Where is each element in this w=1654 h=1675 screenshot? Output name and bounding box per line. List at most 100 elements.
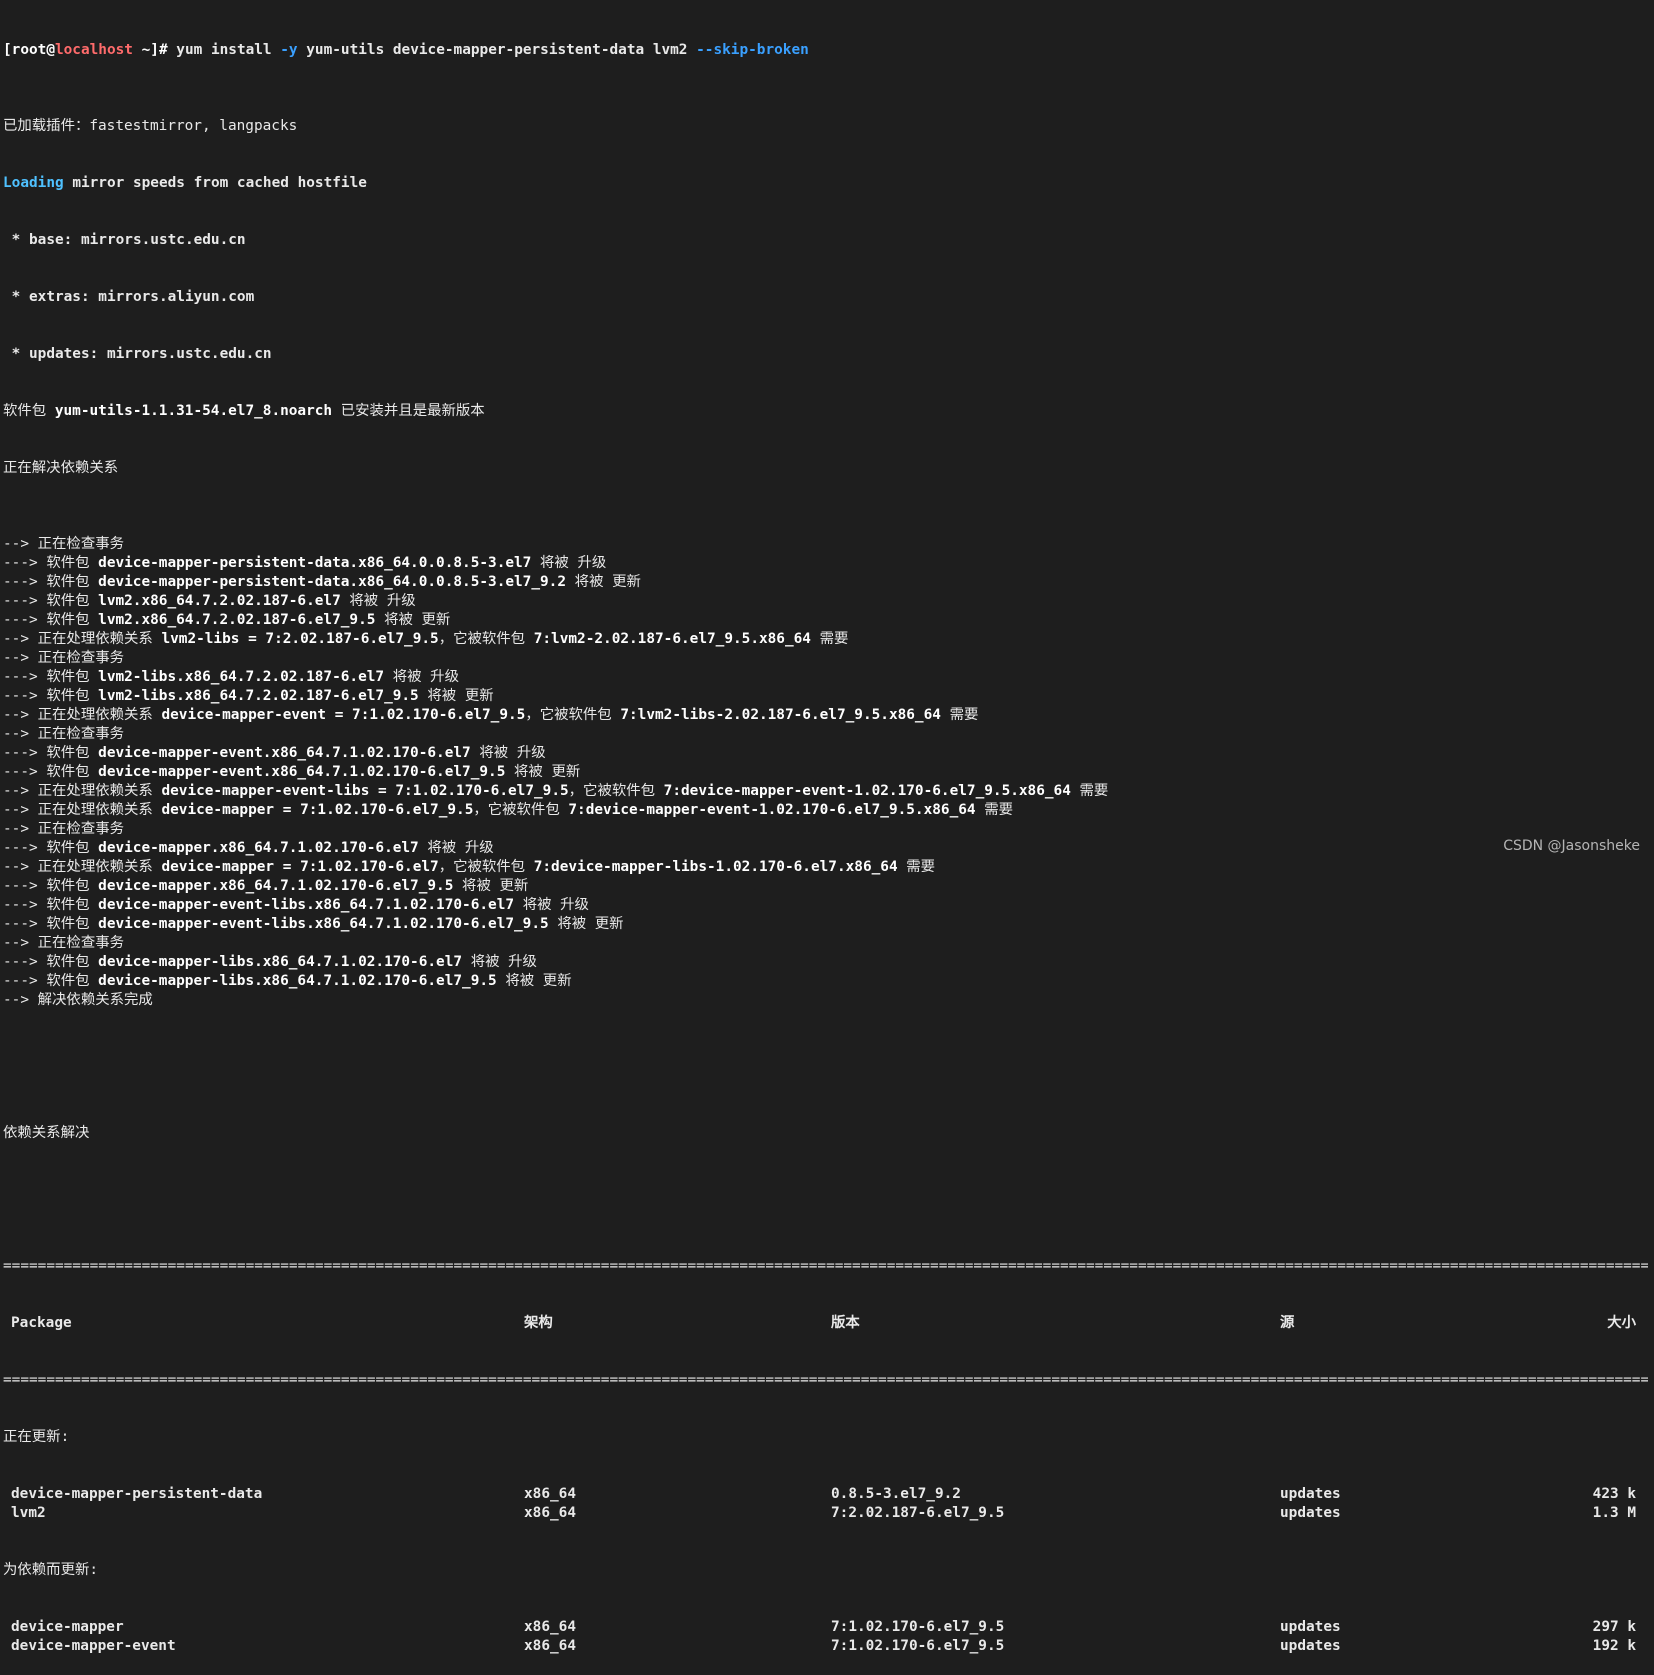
log-segment-d: 7:lvm2-2.02.187-6.el7_9.5.x86_64 xyxy=(533,631,811,647)
log-segment-e: 需要 xyxy=(975,802,1014,818)
log-segment-c: ，它被软件包 xyxy=(438,631,534,647)
cell-arch: x86_64 xyxy=(524,1619,576,1635)
installed-suffix: 已安装并且是最新版本 xyxy=(332,403,485,419)
header-version: 版本 xyxy=(831,1315,860,1331)
log-segment-a: --> 正在处理依赖关系 xyxy=(3,802,162,818)
cell-version: 7:1.02.170-6.el7_9.5 xyxy=(831,1638,1005,1654)
cell-arch: x86_64 xyxy=(524,1505,576,1521)
log-segment-c: ，它被软件包 xyxy=(568,783,664,799)
header-repo: 源 xyxy=(1280,1315,1295,1331)
log-segment-b: device-mapper-persistent-data.x86_64.0.0… xyxy=(98,555,532,571)
mirror-updates-line: * updates: mirrors.ustc.edu.cn xyxy=(3,346,272,362)
log-segment-c: 将被 更新 xyxy=(566,574,641,590)
log-segment-c: 将被 更新 xyxy=(505,764,581,780)
log-segment-d: 7:device-mapper-event-1.02.170-6.el7_9.5… xyxy=(568,802,976,818)
log-segment-e: 需要 xyxy=(897,859,936,875)
table-separator-mid: ========================================… xyxy=(3,1372,1648,1388)
log-line: --> 解决依赖关系完成 xyxy=(3,991,1648,1010)
resolving-line: 正在解决依赖关系 xyxy=(3,460,119,476)
log-line: --> 正在处理依赖关系 device-mapper = 7:1.02.170-… xyxy=(3,801,1648,820)
log-segment-c: 将被 升级 xyxy=(418,840,494,856)
log-segment-b: device-mapper-persistent-data.x86_64.0.0… xyxy=(98,574,567,590)
log-segment-a: ---> 软件包 xyxy=(3,593,99,609)
log-line: --> 正在处理依赖关系 device-mapper-event = 7:1.0… xyxy=(3,706,1648,725)
log-segment-b: device-mapper-event-libs.x86_64.7.1.02.1… xyxy=(98,916,549,932)
cell-package: device-mapper xyxy=(11,1619,124,1635)
prompt-path: ~]# xyxy=(132,42,177,58)
mirror-base-line: * base: mirrors.ustc.edu.cn xyxy=(3,232,246,248)
log-line: --> 正在处理依赖关系 device-mapper-event-libs = … xyxy=(3,782,1648,801)
log-segment-d: 7:device-mapper-libs-1.02.170-6.el7.x86_… xyxy=(533,859,898,875)
log-segment-a: ---> 软件包 xyxy=(3,555,99,571)
cell-size: 423 k xyxy=(1592,1486,1636,1502)
command-flag-skip-broken: --skip-broken xyxy=(696,42,809,58)
log-segment-c: ，它被软件包 xyxy=(438,859,534,875)
cell-version: 0.8.5-3.el7_9.2 xyxy=(831,1486,961,1502)
log-segment-a: --> 正在检查事务 xyxy=(3,726,124,742)
log-segment-b: lvm2.x86_64.7.2.02.187-6.el7_9.5 xyxy=(98,612,376,628)
log-segment-b: device-mapper-event-libs = 7:1.02.170-6.… xyxy=(161,783,569,799)
prompt-user: [root@ xyxy=(3,42,55,58)
log-segment-c: 将被 升级 xyxy=(514,897,589,913)
installed-package: yum-utils-1.1.31-54.el7_8.noarch xyxy=(54,403,333,419)
log-line: ---> 软件包 device-mapper-event.x86_64.7.1.… xyxy=(3,763,1648,782)
log-line: ---> 软件包 device-mapper-persistent-data.x… xyxy=(3,573,1648,592)
log-segment-a: ---> 软件包 xyxy=(3,897,99,913)
loading-line: Loading mirror speeds from cached hostfi… xyxy=(3,174,1648,193)
log-segment-a: ---> 软件包 xyxy=(3,878,99,894)
table-header-row: Package 架构 版本 源 大小 xyxy=(3,1314,1648,1333)
log-line: ---> 软件包 device-mapper-event-libs.x86_64… xyxy=(3,915,1648,934)
log-segment-a: --> 正在检查事务 xyxy=(3,821,124,837)
table-separator-top: ========================================… xyxy=(3,1258,1648,1274)
log-line: --> 正在检查事务 xyxy=(3,535,1648,554)
cell-size: 192 k xyxy=(1592,1638,1636,1654)
log-line: ---> 软件包 lvm2-libs.x86_64.7.2.02.187-6.e… xyxy=(3,668,1648,687)
log-segment-b: device-mapper = 7:1.02.170-6.el7 xyxy=(161,859,439,875)
dep-updating-rows: device-mapper x86_64 7:1.02.170-6.el7_9.5 u… xyxy=(3,1618,1648,1656)
log-segment-a: --> 正在处理依赖关系 xyxy=(3,859,162,875)
log-segment-e: 需要 xyxy=(940,707,979,723)
cell-repo: updates xyxy=(1280,1638,1341,1654)
header-size: 大小 xyxy=(1607,1315,1636,1331)
installed-line: 软件包 yum-utils-1.1.31-54.el7_8.noarch 已安装… xyxy=(3,402,1648,421)
log-segment-c: ，它被软件包 xyxy=(473,802,569,818)
log-line: --> 正在检查事务 xyxy=(3,934,1648,953)
log-segment-b: lvm2-libs.x86_64.7.2.02.187-6.el7 xyxy=(98,669,385,685)
prompt-host: localhost xyxy=(54,42,133,58)
log-segment-e: 需要 xyxy=(1070,783,1109,799)
log-segment-c: 将被 更新 xyxy=(453,878,529,894)
log-line: ---> 软件包 device-mapper-event-libs.x86_64… xyxy=(3,896,1648,915)
log-segment-b: device-mapper-libs.x86_64.7.1.02.170-6.e… xyxy=(98,973,497,989)
log-line: ---> 软件包 device-mapper-libs.x86_64.7.1.0… xyxy=(3,953,1648,972)
header-package: Package xyxy=(11,1315,72,1331)
log-line: ---> 软件包 lvm2.x86_64.7.2.02.187-6.el7_9.… xyxy=(3,611,1648,630)
log-line: ---> 软件包 lvm2.x86_64.7.2.02.187-6.el7 将被… xyxy=(3,592,1648,611)
table-row: device-mapper x86_64 7:1.02.170-6.el7_9.5 u… xyxy=(3,1618,1648,1637)
log-segment-b: device-mapper-event-libs.x86_64.7.1.02.1… xyxy=(98,897,515,913)
cell-version: 7:1.02.170-6.el7_9.5 xyxy=(831,1619,1005,1635)
log-segment-a: --> 正在处理依赖关系 xyxy=(3,631,162,647)
resolved-line: 依赖关系解决 xyxy=(3,1125,90,1141)
log-line: --> 正在检查事务 xyxy=(3,649,1648,668)
log-segment-a: ---> 软件包 xyxy=(3,612,99,628)
log-line: ---> 软件包 device-mapper-libs.x86_64.7.1.0… xyxy=(3,972,1648,991)
log-segment-a: ---> 软件包 xyxy=(3,916,99,932)
table-row: lvm2 x86_64 7:2.02.187-6.el7_9.5 updates 1.3… xyxy=(3,1504,1648,1523)
log-segment-c: 将被 升级 xyxy=(531,555,607,571)
log-segment-b: device-mapper.x86_64.7.1.02.170-6.el7_9.… xyxy=(98,878,454,894)
log-segment-c: 将被 升级 xyxy=(340,593,416,609)
log-segment-a: --> 正在检查事务 xyxy=(3,935,124,951)
csdn-watermark: CSDN @Jasonsheke xyxy=(1503,838,1640,854)
log-segment-a: --> 解决依赖关系完成 xyxy=(3,992,153,1008)
cell-package: device-mapper-persistent-data xyxy=(11,1486,263,1502)
terminal-output[interactable]: [root@localhost ~]# yum install -y yum-u… xyxy=(3,3,1648,1675)
log-segment-a: --> 正在检查事务 xyxy=(3,650,124,666)
header-arch: 架构 xyxy=(524,1315,553,1331)
updating-rows: device-mapper-persistent-data x86_64 0.8.5… xyxy=(3,1485,1648,1523)
log-segment-c: 将被 更新 xyxy=(496,973,572,989)
prompt-line: [root@localhost ~]# yum install -y yum-u… xyxy=(3,41,1648,60)
log-segment-a: --> 正在检查事务 xyxy=(3,536,124,552)
log-segment-c: 将被 更新 xyxy=(418,688,494,704)
log-segment-b: device-mapper-event.x86_64.7.1.02.170-6.… xyxy=(98,764,506,780)
